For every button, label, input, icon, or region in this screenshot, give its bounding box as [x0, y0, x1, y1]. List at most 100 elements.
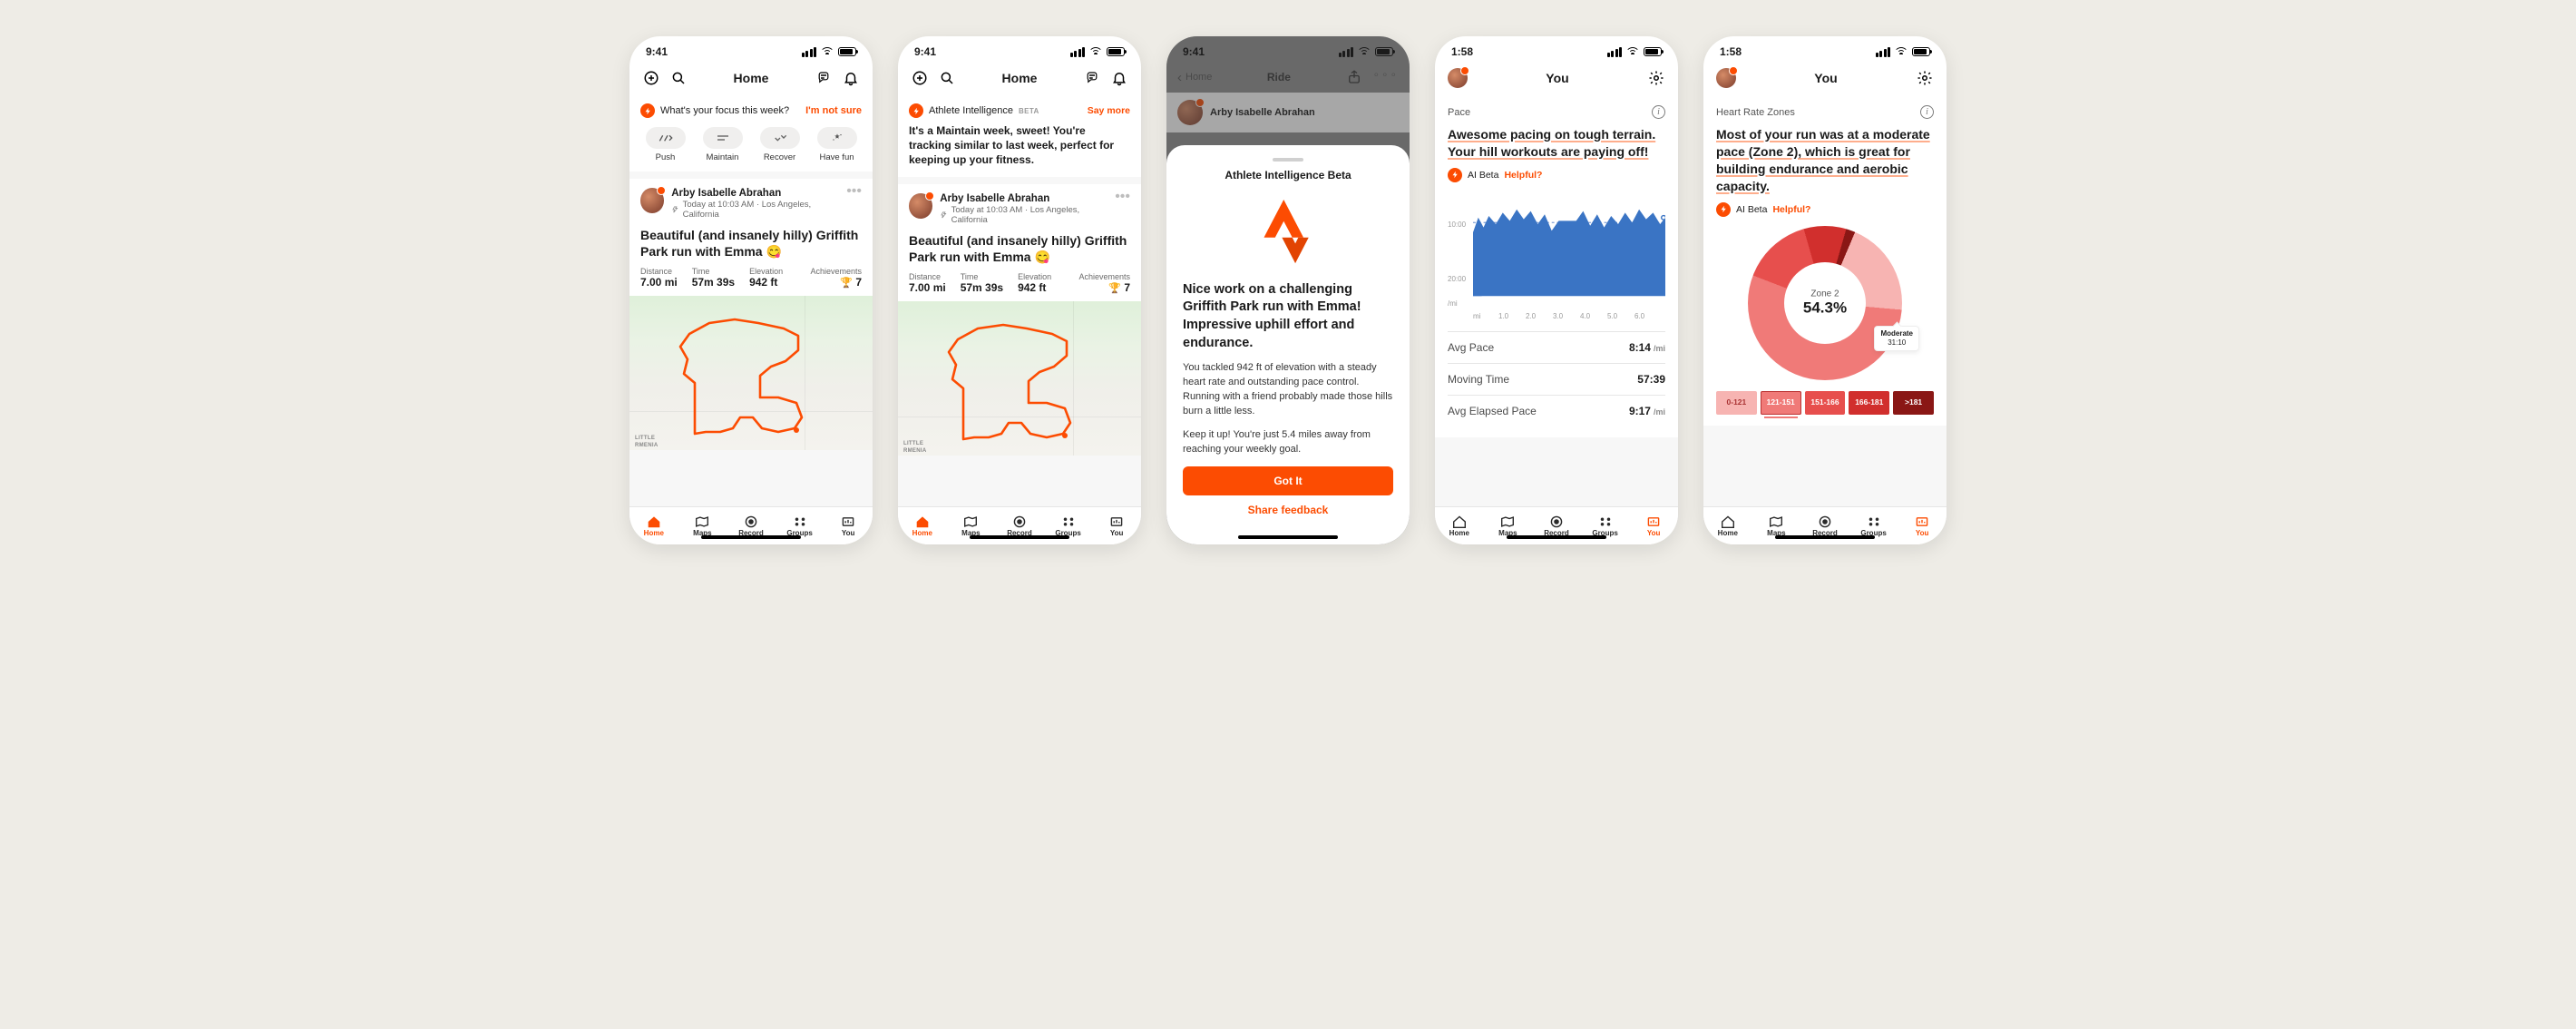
chip-maintain[interactable]: Maintain: [698, 127, 747, 162]
ai-summary-card: Athlete Intelligence BETA Say more It's …: [898, 94, 1141, 177]
search-icon[interactable]: [669, 69, 688, 87]
ai-bolt-icon: [640, 103, 655, 118]
zone-1-button[interactable]: 0-121: [1716, 391, 1757, 415]
status-time: 1:58: [1720, 45, 1742, 58]
add-icon[interactable]: [911, 69, 929, 87]
sheet-grabber[interactable]: [1273, 158, 1303, 162]
bell-icon[interactable]: [1110, 69, 1128, 87]
activity-card[interactable]: Arby Isabelle Abrahan Today at 10:03 AM …: [629, 179, 873, 450]
share-feedback-button[interactable]: Share feedback: [1183, 503, 1393, 517]
trophy-icon: 🏆: [1108, 283, 1121, 294]
battery-icon: [1107, 47, 1125, 56]
cell-signal-icon: [1070, 47, 1086, 57]
settings-icon[interactable]: [1647, 69, 1665, 87]
wifi-icon: [1089, 47, 1102, 57]
chip-recover[interactable]: Recover: [755, 127, 805, 162]
you-top-nav: You: [1435, 62, 1678, 94]
wifi-icon: [821, 47, 834, 57]
profile-avatar[interactable]: [1448, 68, 1468, 88]
section-title: Pace: [1448, 107, 1470, 118]
row-moving-time: Moving Time57:39: [1448, 363, 1665, 395]
phone-home-focus: 9:41 Home What's your focus this week? I…: [629, 36, 873, 544]
activity-meta: Today at 10:03 AM · Los Angeles, Califor…: [671, 200, 839, 220]
info-icon[interactable]: [1920, 105, 1934, 119]
home-top-nav: Home: [629, 62, 873, 94]
tab-you[interactable]: You: [824, 507, 873, 544]
activity-overflow-icon[interactable]: •••: [846, 188, 862, 195]
phone-hr-zones: 1:58 You Heart Rate Zones Most of your r…: [1703, 36, 1947, 544]
wifi-icon: [1895, 47, 1908, 57]
activity-map[interactable]: LITTLE RMENIA: [898, 301, 1141, 456]
donut-tooltip: Moderate31:10: [1874, 326, 1919, 350]
phone-home-ai-summary: 9:41 Home Athlete Intelligence BETA Say …: [898, 36, 1141, 544]
say-more-link[interactable]: Say more: [1088, 105, 1130, 116]
status-bar: 9:41: [898, 36, 1141, 62]
cell-signal-icon: [1876, 47, 1891, 57]
cell-signal-icon: [802, 47, 817, 57]
tab-home[interactable]: Home: [629, 507, 678, 544]
chip-have-fun[interactable]: Have fun: [812, 127, 862, 162]
home-indicator: [1238, 535, 1338, 539]
hr-donut-chart[interactable]: Zone 254.3% Moderate31:10: [1716, 226, 1934, 380]
status-bar: 1:58: [1703, 36, 1947, 62]
battery-icon: [838, 47, 856, 56]
zone-2-button[interactable]: 121-151: [1761, 391, 1801, 415]
activity-card[interactable]: Arby Isabelle Abrahan Today at 10:03 AM …: [898, 184, 1141, 456]
pace-chart[interactable]: 10:00 20:00 /mi mi1.02.03.04.05.06.0: [1448, 191, 1665, 318]
cell-signal-icon: [1607, 47, 1623, 57]
settings-icon[interactable]: [1916, 69, 1934, 87]
messages-icon[interactable]: [815, 69, 833, 87]
sheet-body-2: Keep it up! You're just 5.4 miles away f…: [1183, 428, 1393, 457]
tab-home[interactable]: Home: [898, 507, 947, 544]
ai-bottom-sheet: Athlete Intelligence Beta Nice work on a…: [1166, 145, 1410, 544]
tab-home[interactable]: Home: [1435, 507, 1484, 544]
sheet-title: Athlete Intelligence Beta: [1183, 169, 1393, 181]
battery-icon: [1644, 47, 1662, 56]
messages-icon[interactable]: [1083, 69, 1101, 87]
zone-4-button[interactable]: 166-181: [1849, 391, 1889, 415]
beta-badge: BETA: [1019, 107, 1039, 115]
section-title: Heart Rate Zones: [1716, 107, 1795, 118]
athlete-avatar[interactable]: [909, 193, 932, 219]
profile-avatar[interactable]: [1716, 68, 1736, 88]
chip-push[interactable]: Push: [640, 127, 690, 162]
bell-icon[interactable]: [842, 69, 860, 87]
activity-overflow-icon[interactable]: •••: [1115, 193, 1130, 201]
zone-3-button[interactable]: 151-166: [1805, 391, 1846, 415]
add-icon[interactable]: [642, 69, 660, 87]
focus-not-sure-link[interactable]: I'm not sure: [805, 105, 862, 116]
ai-beta-label: AI Beta: [1736, 204, 1767, 215]
helpful-link[interactable]: Helpful?: [1504, 170, 1542, 181]
phone-ai-sheet: 9:41 ‹ Home Ride ∘∘∘ Arby Isabelle Abrah…: [1166, 36, 1410, 544]
activity-map[interactable]: LITTLE RMENIA: [629, 296, 873, 450]
trophy-icon: 🏆: [840, 278, 853, 289]
home-indicator: [1507, 535, 1606, 539]
activity-stats: Distance7.00 mi Time57m 39s Elevation942…: [629, 267, 873, 296]
athlete-name[interactable]: Arby Isabelle Abrahan: [671, 188, 839, 199]
focus-question: What's your focus this week?: [660, 105, 800, 116]
ai-bolt-icon: [1716, 202, 1731, 217]
search-icon[interactable]: [938, 69, 956, 87]
ai-summary-text: It's a Maintain week, sweet! You're trac…: [909, 123, 1130, 168]
helpful-link[interactable]: Helpful?: [1772, 204, 1810, 215]
tab-you[interactable]: You: [1898, 507, 1947, 544]
row-avg-pace: Avg Pace8:14/mi: [1448, 331, 1665, 363]
home-top-nav: Home: [898, 62, 1141, 94]
tab-home[interactable]: Home: [1703, 507, 1752, 544]
athlete-avatar[interactable]: [640, 188, 664, 213]
tab-you[interactable]: You: [1092, 507, 1141, 544]
ai-beta-label: AI Beta: [1468, 170, 1498, 181]
zone-5-button[interactable]: >181: [1893, 391, 1934, 415]
home-indicator: [1775, 535, 1875, 539]
tab-you[interactable]: You: [1629, 507, 1678, 544]
row-elapsed-pace: Avg Elapsed Pace9:17/mi: [1448, 395, 1665, 426]
ai-bolt-icon: [909, 103, 923, 118]
got-it-button[interactable]: Got It: [1183, 466, 1393, 495]
hr-insight: Most of your run was at a moderate pace …: [1716, 126, 1934, 195]
sheet-body-1: You tackled 942 ft of elevation with a s…: [1183, 361, 1393, 419]
pace-section: Pace Awesome pacing on tough terrain. Yo…: [1435, 94, 1678, 437]
info-icon[interactable]: [1652, 105, 1665, 119]
page-title: You: [1546, 71, 1568, 85]
zone-range-buttons: 0-121 121-151 151-166 166-181 >181: [1716, 391, 1934, 415]
home-indicator: [970, 535, 1069, 539]
